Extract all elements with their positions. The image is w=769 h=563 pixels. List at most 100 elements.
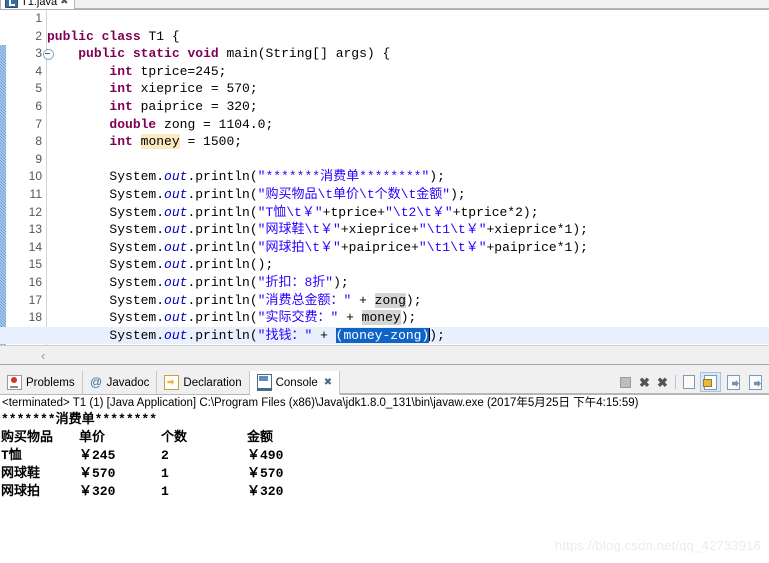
code-token: System. — [47, 239, 165, 255]
code-token: +xieprice*1); — [486, 222, 588, 238]
code-text-area[interactable]: public class T1 { public static void mai… — [0, 10, 769, 365]
watermark: https://blog.csdn.net/qq_42733916 — [554, 538, 761, 553]
tab-console[interactable]: Console ✖ — [249, 371, 341, 395]
code-line[interactable]: System.out.println("T恤\t￥"+tprice+"\t2\t… — [47, 204, 769, 222]
code-token: int — [109, 81, 133, 97]
clear-console-button[interactable] — [683, 375, 695, 389]
code-line[interactable]: System.out.println("*******消费单********")… — [47, 168, 769, 186]
line-number: 9 — [35, 151, 42, 166]
console-cell: ￥570 — [247, 466, 284, 481]
console-header-row: 购买物品 单价 个数 金额 — [1, 429, 769, 447]
code-line[interactable]: System.out.println("找钱：" + (money-zong))… — [0, 326, 769, 345]
code-token: "\t1\t￥" — [418, 222, 487, 238]
code-token: "找钱：" — [257, 327, 313, 343]
line-number: 4 — [35, 63, 42, 78]
remove-all-terminated-button[interactable]: ✖ — [655, 375, 670, 390]
line-number: 8 — [35, 134, 42, 149]
tab-declaration[interactable]: Declaration — [157, 371, 250, 394]
close-icon[interactable]: ✖ — [60, 0, 68, 7]
code-line[interactable]: public class T1 { — [47, 28, 769, 46]
code-token: + — [351, 292, 375, 308]
line-number: 1 — [35, 11, 42, 25]
code-line[interactable]: int tprice=245; — [47, 63, 769, 81]
editor-tab-strip: T1.java ✖ — [0, 0, 769, 9]
code-token: +paiprice+ — [340, 239, 419, 255]
display-selected-console-button[interactable] — [746, 373, 765, 391]
code-token: .println( — [187, 274, 258, 290]
line-number-gutter[interactable]: 1234567891011121314151617181920 — [6, 10, 54, 365]
code-token: System. — [47, 274, 165, 290]
code-token: out — [164, 222, 188, 238]
code-line[interactable]: public static void main(String[] args) { — [47, 45, 769, 63]
scroll-lock-button[interactable] — [700, 372, 721, 392]
code-token: .println(); — [187, 257, 274, 273]
code-token: + — [312, 327, 336, 343]
code-token: .println( — [187, 327, 258, 343]
code-line[interactable]: int xieprice = 570; — [47, 80, 769, 98]
editor-tab-strip-empty — [74, 0, 769, 9]
tab-label: Declaration — [183, 376, 242, 389]
code-token: "折扣：8折" — [257, 274, 334, 290]
code-line[interactable]: System.out.println("折扣：8折"); — [47, 274, 769, 292]
code-line[interactable]: System.out.println("购买物品\t单价\t个数\t金额"); — [47, 186, 769, 204]
code-line[interactable]: System.out.println("网球拍\t￥"+paiprice+"\t… — [47, 239, 769, 257]
console-banner: *******消费单******** — [1, 412, 158, 427]
code-token: +tprice+ — [322, 204, 386, 220]
code-token: "消费总金额：" — [257, 292, 352, 308]
code-line[interactable]: int paiprice = 320; — [47, 98, 769, 116]
code-token: double — [109, 116, 157, 132]
console-cell: 网球拍 — [1, 484, 41, 499]
code-line[interactable]: double zong = 1104.0; — [47, 116, 769, 134]
code-token: out — [164, 204, 188, 220]
occurrence-highlight: money — [140, 134, 180, 150]
code-token: ); — [333, 274, 349, 290]
code-line[interactable]: System.out.println(); — [47, 256, 769, 274]
code-token: System. — [47, 310, 165, 326]
tab-problems[interactable]: Problems — [0, 371, 83, 394]
console-header-price: 单价 — [79, 430, 106, 445]
console-cell: 1 — [161, 484, 169, 499]
code-line[interactable]: System.out.println("实际交费：" + money); — [47, 309, 769, 327]
pin-console-button[interactable] — [724, 373, 743, 391]
console-cell: ￥570 — [79, 466, 116, 481]
code-token: System. — [47, 292, 165, 308]
code-token: System. — [47, 257, 165, 273]
editor-tab-t1-java[interactable]: T1.java ✖ — [0, 0, 76, 9]
code-token: "\t1\t￥" — [418, 239, 487, 255]
editor-bottom-strip: ‹ — [0, 345, 769, 365]
line-number: 6 — [35, 98, 42, 113]
code-line[interactable] — [47, 151, 769, 169]
terminate-button[interactable] — [620, 376, 631, 388]
chevron-left-icon[interactable]: ‹ — [41, 348, 45, 363]
code-line[interactable]: System.out.println("网球鞋\t￥"+xieprice+"\t… — [47, 221, 769, 239]
code-line[interactable]: System.out.println("消费总金额：" + zong); — [47, 292, 769, 310]
code-token: out — [164, 186, 188, 202]
line-number: 2 — [35, 28, 42, 43]
java-source-editor[interactable]: 1234567891011121314151617181920 public c… — [0, 9, 769, 365]
console-cell: ￥490 — [247, 448, 284, 463]
console-output-row: T恤 ￥245 2 ￥490 — [1, 447, 769, 465]
code-token: "网球拍\t￥" — [257, 239, 341, 255]
code-token: .println( — [187, 222, 258, 238]
close-icon[interactable]: ✖ — [324, 377, 332, 388]
occurrence-highlight: money — [361, 310, 401, 326]
terminate-all-button[interactable]: ✖ — [637, 375, 652, 390]
tab-javadoc[interactable]: @ Javadoc — [82, 371, 158, 394]
console-cell: T恤 — [1, 448, 22, 463]
code-token: ); — [405, 292, 422, 308]
process-terminated-line: <terminated> T1 (1) [Java Application] C… — [2, 397, 639, 409]
code-token: paiprice = 320; — [132, 98, 258, 114]
code-line[interactable] — [47, 10, 769, 28]
code-line[interactable]: int money = 1500; — [47, 133, 769, 151]
selected-text: (money-zong) — [335, 327, 430, 343]
java-file-icon — [5, 0, 18, 8]
line-number: 18 — [28, 310, 42, 325]
code-token: out — [164, 310, 188, 326]
console-cell: ￥320 — [79, 484, 116, 499]
code-token: T1 { — [140, 28, 180, 44]
code-token: .println( — [187, 310, 258, 326]
